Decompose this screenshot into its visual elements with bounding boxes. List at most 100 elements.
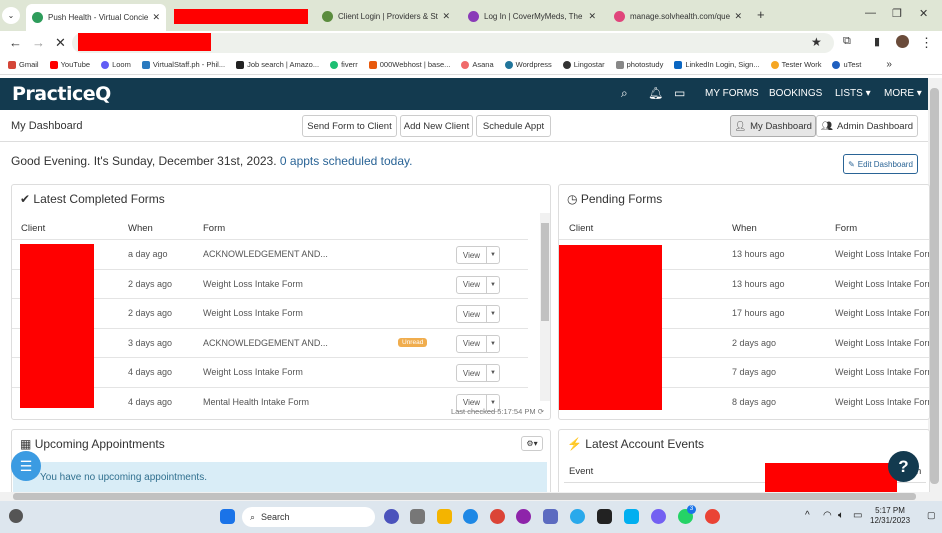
- search-icon[interactable]: ⌕: [621, 86, 628, 101]
- page-horizontal-scrollbar[interactable]: [0, 492, 942, 501]
- new-tab-plus-icon[interactable]: +: [757, 7, 765, 22]
- address-bar[interactable]: ★: [72, 33, 834, 53]
- file-explorer-icon[interactable]: [437, 509, 452, 524]
- telegram-icon[interactable]: [570, 509, 585, 524]
- bookmark-loom[interactable]: Loom: [101, 60, 131, 69]
- view-button[interactable]: View ▼: [456, 275, 500, 294]
- row-form[interactable]: ACKNOWLEDGEMENT AND...: [203, 249, 328, 259]
- row-form[interactable]: Weight Loss Intake Form: [835, 338, 929, 348]
- card-icon[interactable]: ▭: [674, 86, 685, 100]
- window-close-icon[interactable]: ✕: [919, 7, 928, 20]
- nav-my-forms[interactable]: MY FORMS: [705, 88, 759, 99]
- notification-bell-icon[interactable]: ▢: [927, 510, 936, 521]
- edge-icon[interactable]: [463, 509, 478, 524]
- star-bookmark-icon[interactable]: ★: [811, 35, 822, 49]
- tab-client-login[interactable]: Client Login | Providers & Staff ✕: [316, 4, 456, 28]
- bookmark-wordpress[interactable]: Wordpress: [504, 60, 552, 69]
- nav-more[interactable]: MORE ▾: [884, 88, 922, 99]
- caret-down-icon[interactable]: ▼: [487, 306, 499, 322]
- bookmark-photostudy[interactable]: photostudy: [615, 60, 663, 69]
- bookmark-000webhost[interactable]: 000Webhost | base...: [368, 60, 450, 69]
- forms-scrollbar[interactable]: [540, 213, 550, 401]
- close-icon[interactable]: ✕: [442, 11, 450, 22]
- battery-icon[interactable]: ▭: [853, 510, 862, 521]
- send-form-button[interactable]: Send Form to Client: [302, 115, 397, 137]
- view-button[interactable]: View ▼: [456, 246, 500, 264]
- close-icon[interactable]: ✕: [734, 11, 742, 22]
- tab-push-health[interactable]: Push Health - Virtual Concierge ✕: [26, 4, 166, 31]
- tab-search-button[interactable]: ⌄: [2, 7, 20, 24]
- tab-redacted[interactable]: [168, 4, 314, 28]
- checklist-fab-icon[interactable]: ☰: [11, 451, 41, 481]
- wifi-icon[interactable]: ◠: [823, 510, 832, 521]
- bookmark-virtualstaff[interactable]: VirtualStaff.ph - Phil...: [141, 60, 225, 69]
- admin-dashboard-button[interactable]: 👥︎ Admin Dashboard: [816, 115, 918, 137]
- row-form[interactable]: ACKNOWLEDGEMENT AND...: [203, 338, 328, 348]
- row-form[interactable]: Weight Loss Intake Form: [835, 397, 929, 407]
- row-form[interactable]: Mental Health Intake Form: [203, 397, 309, 407]
- page-vertical-scrollbar[interactable]: [928, 78, 942, 492]
- bookmark-lingostar[interactable]: Lingostar: [562, 60, 605, 69]
- caret-down-icon[interactable]: ▼: [487, 365, 499, 381]
- viber-icon[interactable]: [651, 509, 666, 524]
- back-arrow-icon[interactable]: ←: [9, 35, 22, 50]
- row-form[interactable]: Weight Loss Intake Form: [203, 308, 303, 318]
- caret-down-icon[interactable]: ▼: [487, 336, 499, 352]
- teams-work-icon[interactable]: [543, 509, 558, 524]
- minimize-icon[interactable]: —: [865, 7, 876, 19]
- close-icon[interactable]: ✕: [152, 12, 160, 23]
- restore-icon[interactable]: ❐: [892, 7, 902, 20]
- tray-chevron-icon[interactable]: ^: [805, 510, 810, 521]
- view-button[interactable]: View ▼: [456, 364, 500, 382]
- help-question-icon[interactable]: ?: [888, 451, 919, 482]
- tab-covermymeds[interactable]: Log In | CoverMyMeds, The Lea... ✕: [462, 4, 602, 28]
- taskbar-clock[interactable]: 5:17 PM 12/31/2023: [870, 506, 910, 526]
- widgets-icon[interactable]: [9, 509, 23, 523]
- windows-start-icon[interactable]: [220, 509, 235, 524]
- view-button[interactable]: View ▼: [456, 334, 500, 353]
- bookmark-amazon[interactable]: Job search | Amazo...: [236, 60, 319, 69]
- skype-icon[interactable]: [624, 509, 639, 524]
- bell-icon[interactable]: 🔔︎: [648, 86, 663, 100]
- row-form[interactable]: Weight Loss Intake Form: [203, 367, 303, 377]
- practiceq-logo[interactable]: PracticeQ: [12, 83, 111, 105]
- caret-down-icon[interactable]: ▼: [487, 247, 499, 263]
- bookmark-linkedin[interactable]: LinkedIn Login, Sign...: [674, 60, 760, 69]
- close-icon[interactable]: ✕: [588, 11, 596, 22]
- bookmark-fiverr[interactable]: fiverr: [330, 60, 358, 69]
- chrome-menu-icon[interactable]: ⋮: [920, 35, 933, 51]
- bookmark-gmail[interactable]: Gmail: [8, 60, 39, 69]
- row-form[interactable]: Weight Loss Intake Form: [835, 279, 929, 289]
- bookmarks-overflow-icon[interactable]: »: [886, 59, 892, 70]
- task-view-icon[interactable]: [410, 509, 425, 524]
- row-form[interactable]: Weight Loss Intake Form: [835, 249, 929, 259]
- bookmark-youtube[interactable]: YouTube: [49, 60, 90, 69]
- schedule-appt-button[interactable]: Schedule Appt: [476, 115, 551, 137]
- row-form[interactable]: Weight Loss Intake Form: [835, 367, 929, 377]
- taskbar-search[interactable]: ⌕ Search: [242, 507, 375, 527]
- chrome-profile-icon[interactable]: [705, 509, 720, 524]
- volume-icon[interactable]: 🔈︎: [838, 510, 844, 521]
- forward-arrow-icon[interactable]: →: [32, 35, 45, 50]
- stop-x-icon[interactable]: ✕: [55, 35, 66, 51]
- edit-dashboard-button[interactable]: ✎ Edit Dashboard: [843, 154, 918, 174]
- row-form[interactable]: Weight Loss Intake Form: [203, 279, 303, 289]
- appts-today-link[interactable]: 0 appts scheduled today.: [280, 154, 413, 168]
- profile-avatar[interactable]: [896, 35, 909, 48]
- nav-bookings[interactable]: BOOKINGS: [769, 88, 822, 99]
- settings-gear-icon[interactable]: ⚙▾: [521, 436, 543, 451]
- nav-lists[interactable]: LISTS ▾: [835, 88, 871, 99]
- extensions-icon[interactable]: ⧉: [843, 35, 851, 48]
- chrome-icon[interactable]: [490, 509, 505, 524]
- bookmark-asana[interactable]: Asana: [461, 60, 494, 69]
- teams-icon[interactable]: [384, 509, 399, 524]
- settings-icon[interactable]: [516, 509, 531, 524]
- tab-solvhealth[interactable]: manage.solvhealth.com/queue ✕: [608, 4, 748, 28]
- bookmark-tester-work[interactable]: Tester Work: [770, 60, 821, 69]
- caret-down-icon[interactable]: ▼: [487, 277, 499, 293]
- v-app-icon[interactable]: [597, 509, 612, 524]
- sidepanel-icon[interactable]: ▮: [874, 35, 880, 48]
- row-form[interactable]: Weight Loss Intake Form: [835, 308, 929, 318]
- add-client-button[interactable]: Add New Client: [400, 115, 473, 137]
- my-dashboard-button[interactable]: 👤︎ My Dashboard: [730, 115, 816, 137]
